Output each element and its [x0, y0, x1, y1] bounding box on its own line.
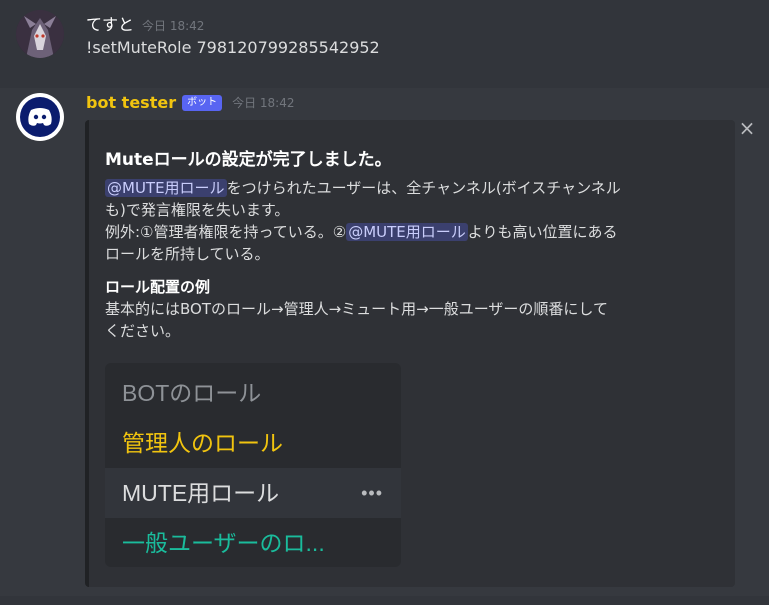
- more-icon: •••: [361, 483, 383, 503]
- embed-image[interactable]: BOTのロール 管理人のロール MUTE用ロール ••• 一般ユーザーのロ...: [105, 363, 401, 567]
- role-label: 一般ユーザーのロ...: [122, 530, 325, 556]
- role-label: BOTのロール: [122, 380, 262, 406]
- role-mention[interactable]: @MUTE用ロール: [346, 223, 468, 241]
- embed-title: Muteロールの設定が完了しました。: [105, 150, 392, 170]
- role-item: 管理人のロール: [105, 418, 401, 468]
- field-value-line: ください。: [105, 322, 181, 340]
- character-avatar-icon: [16, 10, 64, 58]
- bot-badge: ボット: [182, 94, 223, 111]
- embed-description: @MUTE用ロール をつけられたユーザーは、全チャンネル(ボイスチャンネル も)で…: [105, 177, 715, 265]
- bot-author[interactable]: bot tester ボット 今日 18:42: [86, 93, 294, 112]
- message-timestamp: 今日 18:42: [142, 19, 205, 33]
- author-name[interactable]: てすと: [86, 15, 134, 34]
- description-text: ロールを所持している。: [105, 245, 270, 263]
- discord-logo-icon: [20, 97, 60, 137]
- description-text: 例外:①管理者権限を持っている。②: [105, 223, 347, 241]
- message-timestamp: 今日 18:42: [232, 96, 295, 110]
- bot-name[interactable]: bot tester: [86, 93, 176, 112]
- message-content: !setMuteRole 798120799285542952: [86, 38, 380, 57]
- description-text: も)で発言権限を失います。: [105, 201, 290, 219]
- description-text: をつけられたユーザーは、全チャンネル(ボイスチャンネル: [226, 179, 621, 197]
- bot-avatar[interactable]: [16, 93, 64, 141]
- role-label: MUTE用ロール: [122, 480, 280, 506]
- role-item: 一般ユーザーのロ...: [105, 518, 401, 567]
- role-mention[interactable]: @MUTE用ロール: [105, 179, 227, 197]
- role-item: BOTのロール: [105, 368, 401, 418]
- role-item: MUTE用ロール •••: [105, 468, 401, 518]
- embed-field-name: ロール配置の例: [105, 278, 211, 296]
- description-text: よりも高い位置にある: [467, 223, 618, 241]
- embed-field-value: 基本的にはBOTのロール→管理人→ミュート用→一般ユーザーの順番にして ください…: [105, 298, 715, 342]
- user-avatar[interactable]: [16, 10, 64, 58]
- message-author[interactable]: てすと 今日 18:42: [86, 11, 204, 35]
- role-label: 管理人のロール: [122, 430, 283, 456]
- close-icon[interactable]: ×: [737, 118, 757, 138]
- field-value-line: 基本的にはBOTのロール→管理人→ミュート用→一般ユーザーの順番にして: [105, 300, 608, 318]
- bottom-divider: [0, 596, 769, 605]
